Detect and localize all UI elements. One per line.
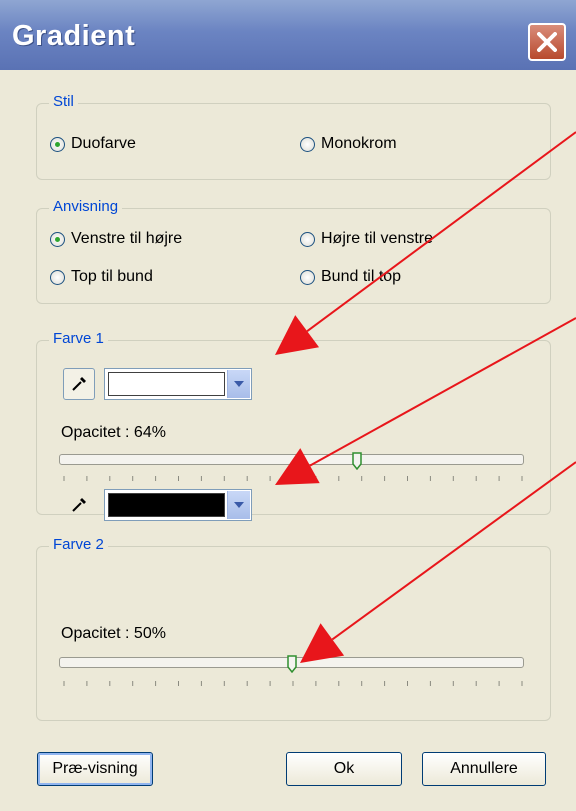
radio-dot [50,269,65,285]
color2-opacity-label: Opacitet : 50% [61,625,166,642]
color2-eyedropper-button[interactable] [63,489,95,521]
color1-select[interactable] [104,368,252,400]
radio-duofarve[interactable]: Duofarve [50,135,136,153]
ok-button[interactable]: Ok [286,752,402,786]
title-bar[interactable]: Gradient [0,0,576,70]
radio-venstre-til-hojre[interactable]: Venstre til højre [50,230,182,248]
color1-dropdown-button[interactable] [227,370,250,398]
radio-dot [300,136,315,152]
radio-label: Duofarve [71,135,136,152]
cancel-button[interactable]: Annullere [422,752,546,786]
chevron-down-icon [234,502,244,508]
color2-legend: Farve 2 [49,536,108,553]
radio-hojre-til-venstre[interactable]: Højre til venstre [300,230,433,248]
chevron-down-icon [234,381,244,387]
radio-label: Top til bund [71,268,153,285]
color2-dropdown-button[interactable] [227,491,250,519]
radio-dot [300,269,315,285]
color1-opacity-slider-thumb[interactable] [351,452,362,470]
radio-dot [300,231,315,247]
gradient-dialog: Gradient Stil Duofarve Monokrom Anvisnin… [0,0,576,811]
color2-swatch [108,493,225,517]
radio-label: Venstre til højre [71,230,183,247]
color2-opacity-slider-thumb[interactable] [286,655,297,673]
color1-opacity-label: Opacitet : 64% [61,424,166,441]
radio-label: Højre til venstre [321,230,434,247]
radio-label: Monokrom [321,135,397,152]
radio-monokrom[interactable]: Monokrom [300,135,397,153]
window-title: Gradient [12,20,136,52]
close-icon [537,32,557,52]
style-legend: Stil [49,93,78,110]
close-button[interactable] [528,23,566,61]
color1-swatch [108,372,225,396]
color2-select[interactable] [104,489,252,521]
direction-legend: Anvisning [49,198,123,215]
color2-slider-ticks [63,681,523,686]
color1-eyedropper-button[interactable] [63,368,95,400]
radio-bund-til-top[interactable]: Bund til top [300,268,401,286]
eyedropper-icon [72,377,86,391]
preview-button[interactable]: Præ-visning [37,752,153,786]
direction-group: Anvisning [36,198,551,304]
radio-dot [50,136,65,152]
eyedropper-icon [72,498,86,512]
color1-slider-ticks [63,476,523,481]
color1-opacity-slider-track[interactable] [59,454,524,465]
color1-legend: Farve 1 [49,330,108,347]
radio-dot [50,231,65,247]
radio-label: Bund til top [321,268,402,285]
radio-top-til-bund[interactable]: Top til bund [50,268,153,286]
